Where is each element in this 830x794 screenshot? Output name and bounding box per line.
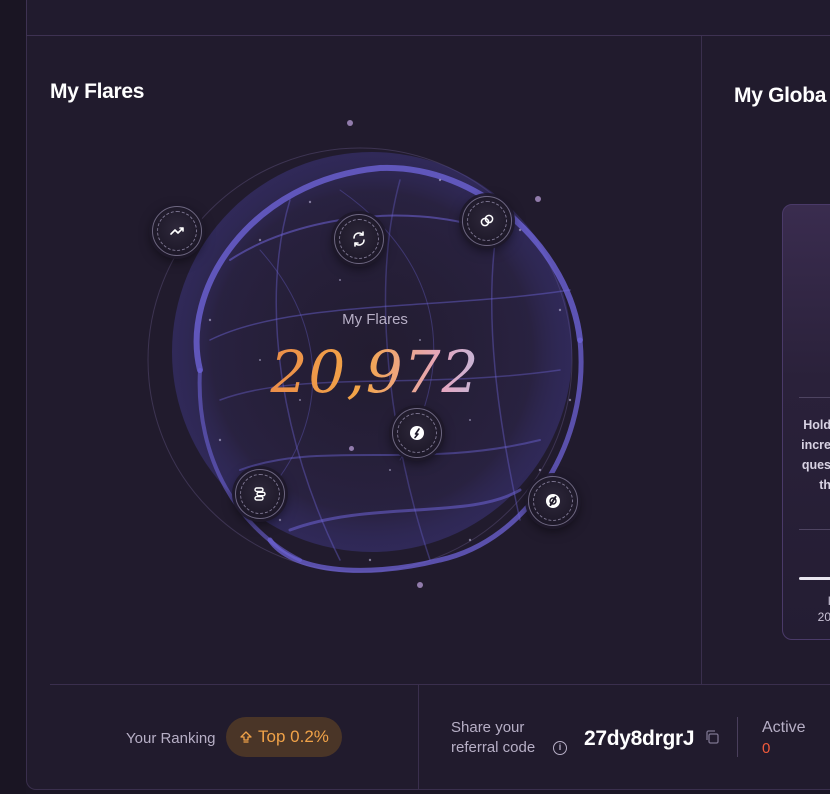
- card-divider: [799, 397, 830, 398]
- my-global-title: My Globa: [734, 84, 827, 107]
- orbit-button-stack[interactable]: [235, 469, 285, 519]
- ranking-badge-text: Top 0.2%: [258, 727, 329, 746]
- ranking-badge: Top 0.2%: [226, 717, 342, 757]
- my-flares-title: My Flares: [50, 80, 145, 103]
- info-icon[interactable]: i: [553, 741, 567, 755]
- section-divider: [701, 36, 702, 684]
- particle-dot: [349, 446, 354, 451]
- trending-up-icon: [170, 227, 184, 235]
- orbit-button-trending[interactable]: [152, 206, 202, 256]
- card-progress-bar: [799, 577, 830, 580]
- orbit-button-flare[interactable]: [392, 408, 442, 458]
- card-footer-text: I 20: [817, 594, 830, 624]
- arrow-up-icon: [240, 731, 252, 743]
- bottom-divider: [50, 684, 830, 685]
- referral-label: Share your referral code: [451, 719, 536, 756]
- refresh-icon: [353, 231, 365, 247]
- orbit-button-slash-coin[interactable]: [528, 476, 578, 526]
- card-divider: [799, 529, 830, 530]
- global-info-card: Hold incre ques th I 20: [782, 204, 830, 640]
- stack-coins-icon: [254, 487, 266, 501]
- card-description: Hold incre ques th: [801, 418, 830, 492]
- flare-badge-icon: [410, 426, 424, 440]
- particle-dot: [535, 196, 541, 202]
- flares-value: 20,972: [240, 338, 510, 406]
- left-edge-panel: [0, 0, 26, 794]
- copy-icon[interactable]: [704, 729, 720, 745]
- top-panel-edge: [26, 0, 830, 36]
- bottom-section-divider: [418, 685, 419, 790]
- coins-link-icon: [480, 214, 494, 227]
- slash-coin-icon: [546, 494, 560, 508]
- orbit-button-coins[interactable]: [462, 196, 512, 246]
- active-label: Active: [762, 719, 806, 736]
- flares-label: My Flares: [342, 311, 408, 328]
- particle-dot: [417, 582, 423, 588]
- stat-divider: [737, 717, 738, 757]
- active-value: 0: [762, 740, 771, 757]
- referral-code: 27dy8drgrJ: [584, 727, 695, 750]
- orbit-button-refresh[interactable]: [334, 214, 384, 264]
- particle-dot: [347, 120, 353, 126]
- ranking-label: Your Ranking: [126, 730, 216, 747]
